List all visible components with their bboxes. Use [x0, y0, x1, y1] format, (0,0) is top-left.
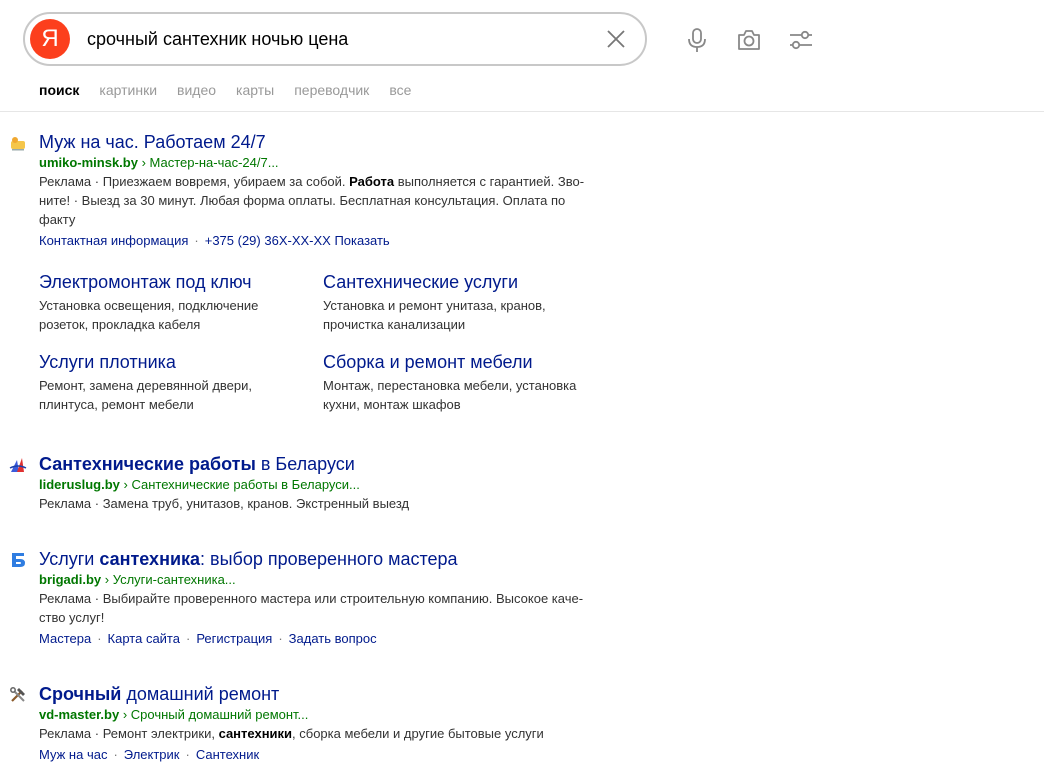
- result-title[interactable]: Муж на час. Работаем 24/7: [39, 131, 639, 153]
- result-title[interactable]: Услуги сантехника: выбор проверенного ма…: [39, 548, 639, 570]
- search-bar: Я: [23, 12, 647, 66]
- sitelink-desc: Установка и ремонт унитаза, кранов, проч…: [323, 298, 546, 332]
- result-links: Муж на час · Электрик · Сантехник: [39, 747, 260, 762]
- sitelink: Сантехнические услуги Установка и ремонт…: [323, 271, 583, 334]
- result-title[interactable]: Срочный домашний ремонт: [39, 683, 639, 705]
- sitelink: Электромонтаж под ключ Установка освещен…: [39, 271, 299, 334]
- search-result: Муж на час. Работаем 24/7 umiko-minsk.by…: [11, 131, 639, 250]
- search-result: Услуги сантехника: выбор проверенного ма…: [12, 548, 639, 648]
- link-ask-question[interactable]: Задать вопрос: [289, 631, 377, 646]
- result-url[interactable]: vd-master.by › Срочный домашний ремонт..…: [39, 706, 639, 724]
- tab-all[interactable]: все: [389, 82, 411, 98]
- microphone-icon[interactable]: [683, 26, 711, 54]
- tab-images[interactable]: картинки: [99, 82, 157, 98]
- result-snippet: Реклама · Замена труб, унитазов, кранов.…: [39, 496, 410, 511]
- result-snippet: Реклама · Ремонт электрики, сантехники, …: [39, 726, 544, 741]
- result-url[interactable]: brigadi.by › Услуги-сантехника...: [39, 571, 639, 589]
- result-title[interactable]: Сантехнические работы в Беларуси: [39, 453, 639, 475]
- link-electrician[interactable]: Электрик: [124, 747, 180, 762]
- tools-favicon-icon: [10, 687, 25, 702]
- link-plumber[interactable]: Сантехник: [196, 747, 259, 762]
- sitelink-title[interactable]: Сборка и ремонт мебели: [323, 351, 583, 373]
- link-sitemap[interactable]: Карта сайта: [108, 631, 180, 646]
- search-tabs: поиск картинки видео карты переводчик вс…: [39, 82, 431, 98]
- tab-search[interactable]: поиск: [39, 82, 79, 98]
- sitelink: Услуги плотника Ремонт, замена деревянно…: [39, 351, 299, 414]
- sitelink: Сборка и ремонт мебели Монтаж, перестано…: [323, 351, 583, 414]
- tab-translator[interactable]: переводчик: [294, 82, 369, 98]
- settings-sliders-icon[interactable]: [787, 26, 815, 54]
- brigadi-favicon-icon: [12, 553, 25, 567]
- tabs-divider: [0, 111, 1044, 112]
- phone-link[interactable]: +375 (29) 36Х-ХХ-ХХ Показать: [205, 233, 390, 248]
- link-masters[interactable]: Мастера: [39, 631, 91, 646]
- result-snippet: Реклама · Выбирайте проверенного мастера…: [39, 591, 584, 625]
- sitelink-desc: Монтаж, перестановка мебели, установка к…: [323, 378, 577, 412]
- tab-maps[interactable]: карты: [236, 82, 274, 98]
- clear-icon[interactable]: [605, 28, 627, 50]
- result-url[interactable]: umiko-minsk.by › Мастер-на-час-24/7...: [39, 154, 639, 172]
- sitelink-desc: Ремонт, замена деревянной двери, плинтус…: [39, 378, 253, 412]
- result-links: Мастера · Карта сайта · Регистрация · Задать в…: [39, 631, 377, 646]
- sitelink-title[interactable]: Сантехнические услуги: [323, 271, 583, 293]
- result-url[interactable]: lideruslug.by › Сантехнические работы в …: [39, 476, 639, 494]
- handyman-favicon-icon: [11, 137, 25, 151]
- result-snippet: Реклама · Приезжаем вовремя, убираем за …: [39, 174, 585, 227]
- sitelink-title[interactable]: Электромонтаж под ключ: [39, 271, 299, 293]
- sitelink-desc: Установка освещения, подключение розеток…: [39, 298, 259, 332]
- camera-search-icon[interactable]: [735, 26, 763, 54]
- link-register[interactable]: Регистрация: [196, 631, 272, 646]
- yandex-logo[interactable]: Я: [30, 19, 70, 59]
- contact-info-link[interactable]: Контактная информация: [39, 233, 188, 248]
- search-result: Сантехнические работы в Беларуси liderus…: [9, 453, 639, 513]
- sitelink-title[interactable]: Услуги плотника: [39, 351, 299, 373]
- search-result: Срочный домашний ремонт vd-master.by › С…: [10, 683, 639, 764]
- plumbing-favicon-icon: [9, 458, 27, 472]
- search-input[interactable]: [85, 27, 605, 51]
- link-handyman[interactable]: Муж на час: [39, 747, 107, 762]
- result-links: Контактная информация · +375 (29) 36Х-ХХ-Х…: [39, 233, 390, 248]
- tab-video[interactable]: видео: [177, 82, 216, 98]
